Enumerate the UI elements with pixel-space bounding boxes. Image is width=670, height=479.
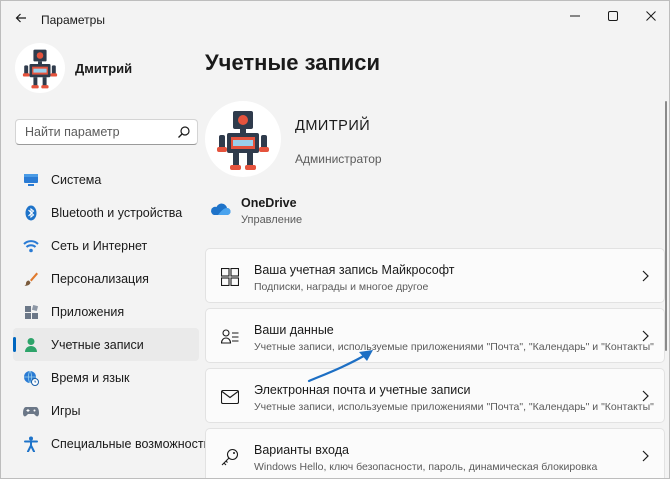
sidebar-item-apps[interactable]: Приложения bbox=[13, 295, 199, 328]
app-title: Параметры bbox=[41, 13, 105, 27]
bluetooth-icon bbox=[23, 205, 39, 221]
card-title: Ваши данные bbox=[254, 323, 334, 337]
sidebar-item-label: Bluetooth и устройства bbox=[51, 206, 183, 220]
sidebar-item-label: Персонализация bbox=[51, 272, 149, 286]
user-name: Дмитрий bbox=[75, 61, 133, 76]
card-sign-in-options[interactable]: Варианты входа Windows Hello, ключ безоп… bbox=[205, 428, 665, 478]
sidebar-item-system[interactable]: Система bbox=[13, 163, 199, 196]
card-title: Ваша учетная запись Майкрософт bbox=[254, 263, 455, 277]
sidebar-item-label: Сеть и Интернет bbox=[51, 239, 148, 253]
avatar bbox=[205, 101, 281, 177]
close-button[interactable] bbox=[628, 1, 669, 31]
card-your-info[interactable]: Ваши данные Учетные записи, используемые… bbox=[205, 308, 665, 363]
sidebar-item-accessibility[interactable]: Специальные возможности bbox=[13, 427, 211, 460]
back-arrow-icon bbox=[15, 13, 26, 23]
accessibility-icon bbox=[23, 436, 39, 452]
profile-header: ДМИТРИЙ Администратор bbox=[205, 101, 645, 181]
annotation-arrow-icon bbox=[307, 350, 373, 383]
sidebar-item-network[interactable]: Сеть и Интернет bbox=[13, 229, 199, 262]
wifi-icon bbox=[23, 238, 39, 254]
card-subtitle: Учетные записи, используемые приложениям… bbox=[254, 401, 654, 413]
person-icon bbox=[23, 337, 39, 353]
profile-role: Администратор bbox=[295, 152, 382, 166]
card-microsoft-account[interactable]: Ваша учетная запись Майкрософт Подписки,… bbox=[205, 248, 665, 303]
sidebar-item-label: Игры bbox=[51, 404, 81, 418]
sidebar-nav: Система Bluetooth и устройства Сеть и Ин… bbox=[13, 163, 211, 460]
sidebar-item-gaming[interactable]: Игры bbox=[13, 394, 199, 427]
search-placeholder: Найти параметр bbox=[25, 125, 120, 139]
profile-name: ДМИТРИЙ bbox=[295, 118, 371, 134]
robot-avatar-icon bbox=[22, 49, 58, 89]
close-icon bbox=[646, 11, 656, 21]
chevron-right-icon bbox=[642, 450, 649, 462]
sidebar-item-label: Специальные возможности bbox=[51, 437, 211, 451]
sidebar-item-label: Система bbox=[51, 173, 102, 187]
card-subtitle: Подписки, награды и многое другое bbox=[254, 281, 429, 293]
onedrive-link[interactable]: OneDrive Управление bbox=[205, 193, 505, 229]
user-info-icon bbox=[220, 327, 240, 347]
sidebar-item-label: Время и язык bbox=[51, 371, 130, 385]
onedrive-cloud-icon bbox=[211, 203, 231, 215]
globe-clock-icon bbox=[23, 370, 39, 386]
sidebar-item-time-language[interactable]: Время и язык bbox=[13, 361, 199, 394]
minimize-icon bbox=[570, 15, 580, 17]
card-email-accounts[interactable]: Электронная почта и учетные записи Учетн… bbox=[205, 368, 665, 423]
chevron-right-icon bbox=[642, 330, 649, 342]
card-subtitle: Windows Hello, ключ безопасности, пароль… bbox=[254, 461, 598, 473]
search-input[interactable]: Найти параметр bbox=[15, 119, 198, 145]
settings-window: Параметры Дмитрий Найти параметр Система… bbox=[0, 0, 670, 479]
sidebar-item-accounts[interactable]: Учетные записи bbox=[13, 328, 199, 361]
search-icon[interactable] bbox=[177, 125, 191, 139]
monitor-icon bbox=[23, 172, 39, 188]
windows-logo-icon bbox=[220, 267, 240, 287]
sidebar-item-personalization[interactable]: Персонализация bbox=[13, 262, 199, 295]
settings-cards: Ваша учетная запись Майкрософт Подписки,… bbox=[205, 248, 665, 478]
key-icon bbox=[220, 447, 240, 467]
card-title: Варианты входа bbox=[254, 443, 349, 457]
chevron-right-icon bbox=[642, 390, 649, 402]
page-title: Учетные записи bbox=[205, 50, 381, 75]
brush-icon bbox=[23, 271, 39, 287]
title-bar: Параметры bbox=[1, 1, 669, 33]
main-scrollbar[interactable] bbox=[665, 101, 667, 351]
sidebar-user-card[interactable]: Дмитрий bbox=[15, 43, 205, 99]
onedrive-title: OneDrive bbox=[241, 196, 297, 210]
sidebar-item-label: Приложения bbox=[51, 305, 125, 319]
sidebar-item-label: Учетные записи bbox=[51, 338, 144, 352]
robot-avatar-icon bbox=[217, 111, 269, 170]
back-button[interactable] bbox=[9, 7, 33, 29]
chevron-right-icon bbox=[642, 270, 649, 282]
gamepad-icon bbox=[23, 403, 39, 419]
onedrive-manage-label: Управление bbox=[241, 214, 303, 226]
mail-icon bbox=[220, 387, 240, 407]
avatar bbox=[15, 43, 65, 93]
maximize-icon bbox=[608, 11, 618, 21]
sidebar-item-bluetooth[interactable]: Bluetooth и устройства bbox=[13, 196, 199, 229]
apps-icon bbox=[23, 304, 39, 320]
